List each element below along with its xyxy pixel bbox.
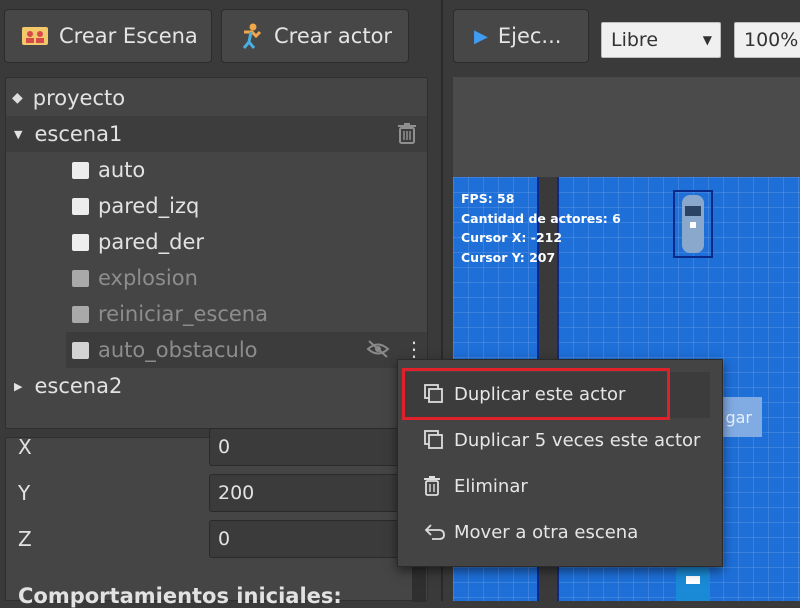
z-field[interactable]: 0 [209,520,409,558]
caret-right-icon: ▶ [14,379,23,393]
create-actor-label: Crear actor [274,24,393,48]
menu-item-label: Duplicar este actor [454,383,626,405]
scene-label: escena1 [34,122,123,146]
actor-label: reiniciar_escena [98,302,268,326]
menu-item-duplicate-5[interactable]: Duplicar 5 veces este actor [398,417,724,463]
scene-icon [21,26,49,46]
actor-context-menu: Duplicar este actor Duplicar 5 veces est… [397,359,723,567]
play-icon: ▶ [474,25,488,47]
actor-label: auto_obstaculo [98,338,258,362]
actor-label: pared_der [98,230,205,254]
create-scene-button[interactable]: Crear Escena [4,9,212,63]
actor-checkbox[interactable] [72,341,89,359]
create-actor-button[interactable]: Crear actor [221,9,409,63]
cursor-y-readout: Cursor Y: 207 [461,249,556,265]
tree-item-actor-selected[interactable]: auto_obstaculo ⋮ [66,332,427,368]
actor-icon [238,22,264,50]
left-panel: Crear Escena Crear actor ◆ proyecto ▼ es… [0,0,441,608]
project-label: proyecto [32,86,126,110]
tree-item-escena2[interactable]: ▶ escena2 [14,368,122,404]
scene-tree: ◆ proyecto ▼ escena1 auto pared_izq pare… [5,77,428,429]
tree-item-actor[interactable]: pared_izq [72,188,199,224]
cursor-x-readout: Cursor X: -212 [461,230,563,245]
actor-checkbox[interactable] [72,305,89,323]
mode-select-value: Libre [611,29,659,51]
create-scene-label: Crear Escena [59,24,198,48]
run-button[interactable]: ▶ Ejec... [453,9,589,63]
menu-item-label: Eliminar [454,475,528,497]
zoom-select-value: 100% [744,29,799,51]
actor-checkbox[interactable] [72,233,89,251]
tree-item-escena1[interactable]: ▼ escena1 [6,116,427,152]
zoom-select[interactable]: 100% [734,22,800,58]
chevron-down-icon: ▼ [702,33,712,47]
x-field[interactable]: 0 [209,428,409,466]
canvas-top-area [453,77,800,177]
menu-item-label: Mover a otra escena [454,521,639,543]
restart-button-label: gar [725,407,752,427]
tree-item-actor[interactable]: reiniciar_escena [72,296,268,332]
mode-select[interactable]: Libre ▼ [601,22,721,58]
more-vertical-icon[interactable]: ⋮ [404,339,424,359]
actor-checkbox[interactable] [72,161,89,179]
trash-icon [424,476,446,496]
diamond-icon: ◆ [12,90,23,106]
actor-label: explosion [98,266,198,290]
eye-slash-icon[interactable] [366,339,390,364]
caret-down-icon: ▼ [14,127,23,141]
tree-item-actor[interactable]: auto [72,152,145,188]
menu-item-move-scene[interactable]: Mover a otra escena [398,509,724,555]
actor-checkbox[interactable] [72,197,89,215]
actor-count-readout: Cantidad de actores: 6 [461,210,621,226]
tree-item-project[interactable]: ◆ proyecto [12,80,125,116]
obstacle-car [676,566,710,601]
y-field[interactable]: 200 [209,474,409,512]
behaviors-heading: Comportamientos iniciales: [18,584,342,608]
properties-panel: X 0 Y 200 Z 0 Comportamientos iniciales: [5,428,428,608]
trash-icon[interactable] [398,123,416,149]
menu-item-label: Duplicar 5 veces este actor [454,429,701,451]
tree-item-actor[interactable]: explosion [72,260,198,296]
menu-item-delete[interactable]: Eliminar [398,463,724,509]
menu-item-duplicate[interactable]: Duplicar este actor [398,371,724,417]
actor-checkbox[interactable] [72,269,89,287]
actor-label: pared_izq [98,194,200,218]
undo-arrow-icon [424,523,446,541]
tree-item-actor[interactable]: pared_der [72,224,204,260]
actor-label: auto [98,158,146,182]
duplicate-icon [424,430,446,450]
scene-label: escena2 [34,374,123,398]
y-label: Y [18,481,31,505]
run-label: Ejec... [497,24,562,48]
z-label: Z [18,527,32,551]
debug-stats: FPS: 58 Cantidad de actores: 6 Cursor X:… [461,189,621,267]
fps-readout: FPS: 58 [461,191,515,206]
player-car [673,190,713,258]
x-label: X [18,435,32,459]
duplicate-icon [424,384,446,404]
